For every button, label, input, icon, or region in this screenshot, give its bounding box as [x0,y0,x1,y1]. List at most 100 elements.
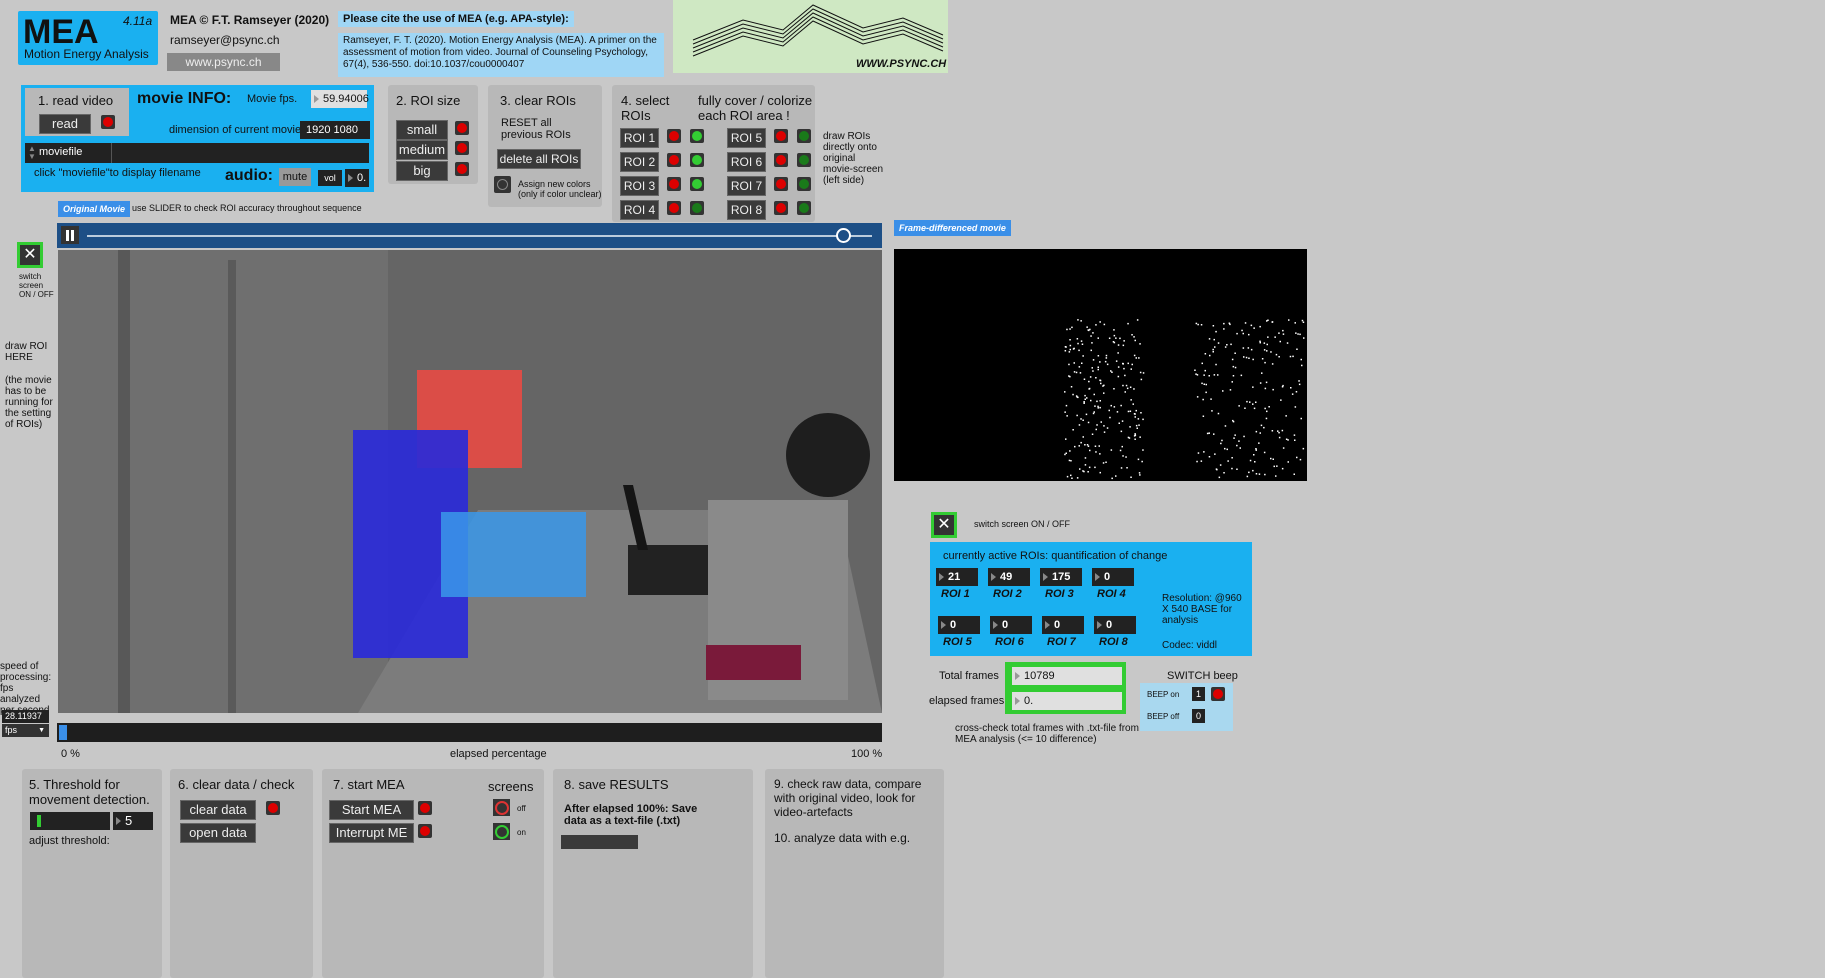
small-led-icon [455,121,469,135]
roi-value-4: 0 [1092,568,1134,586]
threshold-slider[interactable] [30,812,110,830]
roi-button-2[interactable]: ROI 2 [620,152,659,172]
open-data-button[interactable]: open data [180,823,256,843]
citation: Ramseyer, F. T. (2020). Motion Energy An… [338,33,664,77]
step6-panel: 6. clear data / check clear data open da… [170,769,313,978]
roi-led-red-icon [774,177,788,191]
screens-on-toggle-icon[interactable] [493,823,510,840]
roi-size-small-button[interactable]: small [396,120,448,140]
roi-led-red-icon [667,177,681,191]
switch-screen-left-button[interactable]: ✕ [17,242,43,268]
roi-led-green-icon [797,129,811,143]
save-text: After elapsed 100%: Save data as a text-… [564,803,698,827]
roi-value-label-7: ROI 7 [1047,636,1076,648]
switch-screen-right-button[interactable]: ✕ [931,512,957,538]
draw-roi-text: draw ROI HERE [5,341,48,363]
resolution-text: Resolution: @960 X 540 BASE for analysis [1162,593,1242,626]
fps-value: 59.94006 [311,90,369,108]
speed-value: 28.11937 [2,710,49,723]
roi-button-3[interactable]: ROI 3 [620,176,659,196]
roi-value-label-8: ROI 8 [1099,636,1128,648]
elapsed-frames-label: elapsed frames [929,695,1005,707]
codec-text: Codec: viddl [1162,640,1218,651]
start-mea-button[interactable]: Start MEA [329,800,414,820]
step9-title: 9. check raw data, compare with original… [774,777,922,819]
psync-banner: WWW.PSYNC.CH [673,0,948,73]
pause-icon[interactable] [61,226,79,244]
frame-differenced-tag: Frame-differenced movie [894,220,1011,236]
copyright: MEA © F.T. Ramseyer (2020) [170,13,330,27]
roi-value-label-4: ROI 4 [1097,588,1126,600]
draw-roi-note: (the movie has to be running for the set… [5,375,53,430]
scrub-handle[interactable] [836,228,851,243]
roi-button-7[interactable]: ROI 7 [727,176,766,196]
screens-on-label: on [517,828,526,837]
roi-size-medium-button[interactable]: medium [396,140,448,160]
website-link[interactable]: www.psync.ch [167,53,280,71]
roi-button-6[interactable]: ROI 6 [727,152,766,172]
roi-led-red-icon [774,129,788,143]
beep-on-value[interactable]: 1 [1192,687,1205,701]
roi-led-red-icon [667,201,681,215]
scrub-track[interactable] [87,235,872,237]
step6-title: 6. clear data / check [178,777,295,792]
movie-info-label: movie INFO: [137,90,232,107]
cover-text: fully cover / colorize each ROI area ! [698,93,813,123]
assign-color-toggle-icon[interactable] [494,176,511,193]
screens-off-toggle-icon[interactable] [493,799,510,816]
moviefile-selector[interactable]: ▲ ▼ moviefile [25,143,369,163]
progress-bar [57,723,882,742]
interrupt-led-icon [418,824,432,838]
save-button[interactable] [561,835,638,849]
beep-off-label: BEEP off [1147,712,1180,721]
roi-button-8[interactable]: ROI 8 [727,200,766,220]
roi-value-3: 175 [1040,568,1082,586]
screens-label: screens [488,779,534,794]
original-movie-screen[interactable] [58,250,882,713]
mute-button[interactable]: mute [279,168,311,186]
switch-screen-text: switch screen ON / OFF [19,272,54,299]
beep-on-label: BEEP on [1147,690,1180,699]
moviefile-text: moviefile [39,146,83,158]
dimension-value: 1920 1080 [300,121,370,139]
reset-text: RESET all previous ROIs [501,117,571,141]
start-led-icon [418,801,432,815]
motion-noise-icon [1064,319,1305,480]
original-movie-tag: Original Movie [58,201,131,217]
assign-text: Assign new colors (only if color unclear… [518,179,602,199]
crosscheck-text: cross-check total frames with .txt-file … [955,723,1139,745]
step10-title: 10. analyze data with e.g. [774,831,911,845]
step2-title: 2. ROI size [396,93,461,108]
total-frames-value: 10789 [1012,667,1122,685]
roi-button-4[interactable]: ROI 4 [620,200,659,220]
dimension-label: dimension of current movie [169,124,302,136]
roi-led-green-icon [797,153,811,167]
delete-rois-button[interactable]: delete all ROIs [497,149,581,169]
step1-title: 1. read video [38,93,114,108]
medium-led-icon [455,141,469,155]
roi-value-label-1: ROI 1 [941,588,970,600]
threshold-value[interactable]: 5 [113,812,153,830]
read-button[interactable]: read [39,114,91,134]
roi-led-green-icon [690,177,704,191]
beep-off-value[interactable]: 0 [1192,709,1205,723]
interrupt-mea-button[interactable]: Interrupt ME [329,823,414,843]
clear-data-button[interactable]: clear data [180,800,256,820]
roi-led-red-icon [774,201,788,215]
adjust-text: adjust threshold: [29,835,110,847]
logo-subtitle: Motion Energy Analysis [24,47,149,61]
vol-value[interactable]: 0. [345,169,369,187]
cite-heading: Please cite the use of MEA (e.g. APA-sty… [338,11,574,27]
switch-screen-right-text: switch screen ON / OFF [974,519,1071,529]
roi-button-5[interactable]: ROI 5 [727,128,766,148]
progress-end-label: 100 % [851,748,883,760]
fps-unit-select[interactable]: fps ▼ [2,724,49,737]
roi-size-big-button[interactable]: big [396,161,448,181]
roi-button-1[interactable]: ROI 1 [620,128,659,148]
elapsed-frames-value: 0. [1012,692,1122,710]
step3-title: 3. clear ROIs [500,93,576,108]
roi-value-2: 49 [988,568,1030,586]
frame-differenced-screen [894,249,1307,481]
fps-label: Movie fps. [247,93,298,105]
fps-unit: fps [5,725,18,735]
